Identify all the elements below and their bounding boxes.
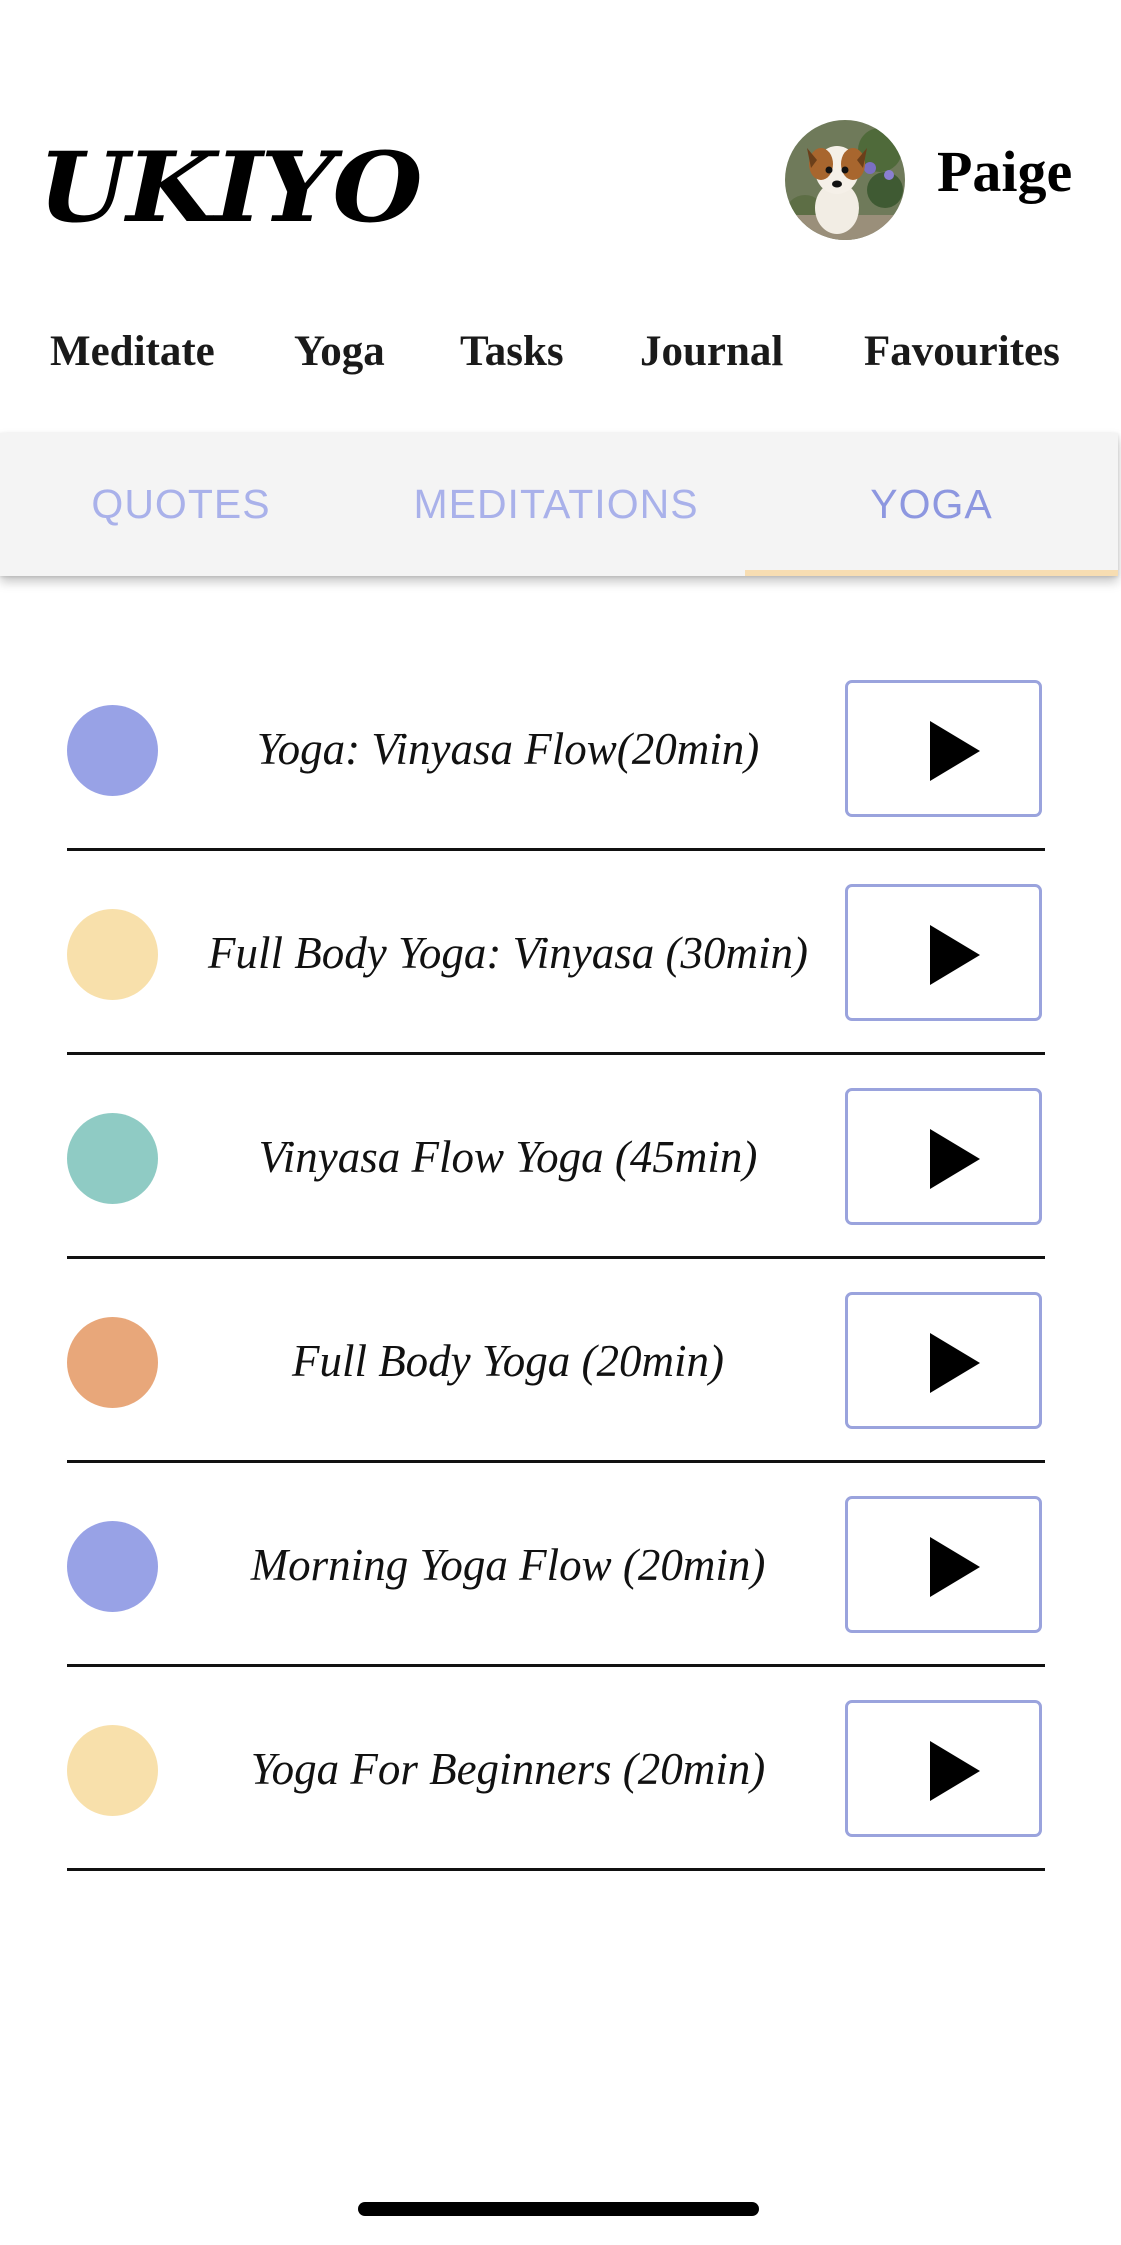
tab-bar: QUOTES MEDITATIONS YOGA	[0, 433, 1118, 576]
list-item: Morning Yoga Flow (20min)	[0, 1463, 1121, 1667]
list-item: Yoga For Beginners (20min)	[0, 1667, 1121, 1871]
tab-meditations[interactable]: MEDITATIONS	[372, 433, 740, 576]
tab-quotes[interactable]: QUOTES	[0, 433, 362, 576]
play-button[interactable]	[845, 1292, 1042, 1429]
session-title: Full Body Yoga: Vinyasa (30min)	[208, 928, 808, 978]
list-item: Full Body Yoga (20min)	[0, 1259, 1121, 1463]
app-logo: UKIYO	[38, 131, 423, 244]
list-item: Yoga: Vinyasa Flow(20min)	[0, 647, 1121, 851]
color-dot	[67, 705, 158, 796]
play-button[interactable]	[845, 884, 1042, 1021]
dog-photo-icon	[785, 120, 905, 240]
play-button[interactable]	[845, 1700, 1042, 1837]
play-icon	[930, 1333, 980, 1393]
nav-item-journal[interactable]: Journal	[640, 326, 783, 378]
color-dot	[67, 1317, 158, 1408]
play-icon	[930, 925, 980, 985]
yoga-session-list: Yoga: Vinyasa Flow(20min) Full Body Yoga…	[0, 647, 1121, 1871]
play-icon	[930, 1741, 980, 1801]
play-button[interactable]	[845, 1088, 1042, 1225]
tab-yoga[interactable]: YOGA	[745, 433, 1118, 576]
session-title: Vinyasa Flow Yoga (45min)	[258, 1132, 758, 1182]
color-dot	[67, 1521, 158, 1612]
active-tab-indicator	[745, 570, 1118, 576]
color-dot	[67, 1113, 158, 1204]
nav-item-favourites[interactable]: Favourites	[864, 326, 1060, 378]
list-item: Full Body Yoga: Vinyasa (30min)	[0, 851, 1121, 1055]
session-title: Full Body Yoga (20min)	[291, 1336, 725, 1386]
play-icon	[930, 1537, 980, 1597]
color-dot	[67, 1725, 158, 1816]
divider	[67, 1868, 1045, 1871]
main-nav: Meditate Yoga Tasks Journal Favourites	[0, 326, 1121, 378]
avatar[interactable]	[785, 120, 905, 240]
play-icon	[930, 1129, 980, 1189]
list-item: Vinyasa Flow Yoga (45min)	[0, 1055, 1121, 1259]
session-title: Yoga For Beginners (20min)	[250, 1744, 766, 1794]
play-button[interactable]	[845, 680, 1042, 817]
nav-item-tasks[interactable]: Tasks	[460, 326, 564, 378]
nav-item-meditate[interactable]: Meditate	[50, 326, 215, 378]
nav-item-yoga[interactable]: Yoga	[294, 326, 385, 378]
home-indicator[interactable]	[358, 2202, 759, 2216]
color-dot	[67, 909, 158, 1000]
play-button[interactable]	[845, 1496, 1042, 1633]
user-name: Paige	[937, 139, 1073, 204]
session-title: Yoga: Vinyasa Flow(20min)	[256, 724, 760, 774]
play-icon	[930, 721, 980, 781]
session-title: Morning Yoga Flow (20min)	[250, 1540, 766, 1590]
